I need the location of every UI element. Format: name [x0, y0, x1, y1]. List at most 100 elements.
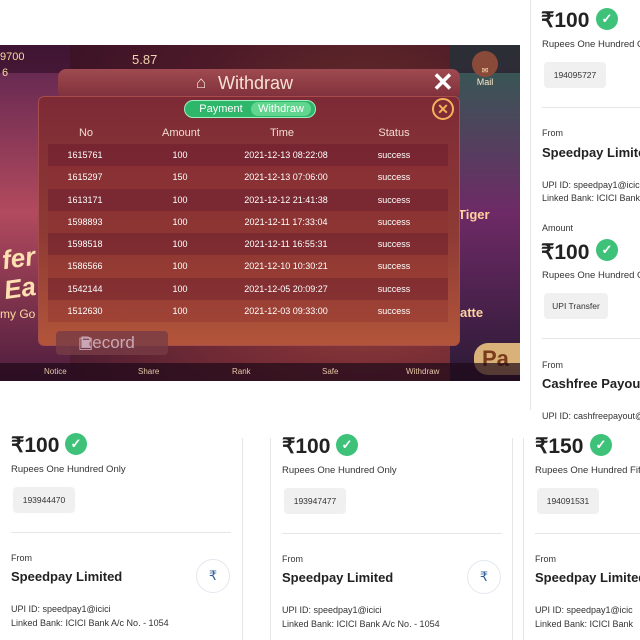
table-row: 1586566 100 2021-12-10 10:30:21 success	[48, 255, 448, 278]
payment-amount: ₹100	[541, 9, 590, 32]
row-amount: 150	[172, 172, 188, 183]
amount-in-words: Rupees One Hundred Onl	[542, 270, 640, 281]
toggle-withdraw[interactable]: Withdraw	[251, 102, 311, 116]
payment-amount: ₹100	[541, 241, 590, 264]
row-no: 1613171	[67, 194, 103, 205]
collage: 9700 6 5.87 ✉ Mail fer Ea my Go Tiger att…	[0, 0, 640, 640]
row-status: success	[377, 261, 411, 272]
verified-check-icon: ✓	[590, 434, 612, 456]
row-amount: 100	[172, 306, 188, 317]
divider	[542, 338, 640, 339]
card-divider	[523, 438, 524, 640]
from-label: From	[542, 128, 563, 138]
nav-rank[interactable]: Rank	[232, 367, 251, 376]
side-promo-text-2: Ea	[1, 270, 38, 306]
divider	[11, 532, 231, 533]
column-header-no: No	[78, 127, 94, 139]
divider	[535, 533, 640, 534]
row-time: 2021-12-13 07:06:00	[244, 172, 328, 183]
home-icon: ⌂	[196, 73, 207, 92]
game-level: 6	[2, 67, 9, 79]
card-divider	[512, 438, 513, 640]
table-row: 1615761 100 2021-12-13 08:22:08 success	[48, 144, 448, 167]
rupee-icon: ₹	[467, 560, 501, 594]
amount-in-words: Rupees One Hundred Only	[11, 464, 126, 475]
upi-id: UPI ID: speedpay1@icic	[542, 180, 640, 190]
nav-share[interactable]: Share	[138, 367, 159, 376]
transaction-id[interactable]: 194091531	[537, 488, 599, 514]
row-status: success	[377, 239, 411, 250]
side-game-roulette[interactable]: atte	[460, 305, 483, 320]
row-no: 1586566	[67, 261, 103, 272]
row-no: 1542144	[67, 283, 103, 294]
table-row: 1615297 150 2021-12-13 07:06:00 success	[48, 166, 448, 189]
close-circle-icon[interactable]: ✕	[432, 98, 454, 120]
verified-check-icon: ✓	[596, 239, 618, 261]
row-status: success	[377, 306, 411, 317]
payer-name: Speedpay Limited	[282, 570, 394, 585]
row-status: success	[377, 150, 411, 160]
transaction-id[interactable]: 193947477	[284, 488, 346, 514]
row-no: 1512630	[67, 306, 103, 317]
table-row: 1613171 100 2021-12-12 21:41:38 success	[48, 188, 448, 211]
amount-in-words: Rupees One Hundred Only	[282, 465, 397, 476]
column-header-time: Time	[269, 127, 295, 139]
verified-check-icon: ✓	[65, 433, 87, 455]
table-row: 1598893 100 2021-12-11 17:33:04 success	[48, 210, 448, 234]
side-promo-text-3: my Go	[0, 307, 36, 321]
row-time: 2021-12-11 17:33:04	[244, 216, 328, 227]
linked-bank: Linked Bank: ICICI Bank A/c No. - 1054	[11, 618, 169, 628]
table-row: 1598518 100 2021-12-11 16:55:31 success	[48, 233, 448, 256]
card-divider	[242, 438, 243, 640]
amount-in-words: Rupees One Hundred Onl	[542, 39, 640, 50]
upi-id: UPI ID: speedpay1@icici	[282, 605, 382, 615]
nav-withdraw[interactable]: Withdraw	[406, 367, 439, 376]
rupee-icon: ₹	[196, 559, 230, 593]
column-header-status: Status	[378, 127, 410, 139]
divider	[542, 107, 640, 108]
record-button[interactable]: Record	[56, 331, 168, 355]
from-label: From	[282, 554, 303, 564]
transfer-mode[interactable]: UPI Transfer	[544, 293, 608, 319]
nav-safe[interactable]: Safe	[322, 367, 338, 376]
row-amount: 100	[172, 261, 188, 272]
divider	[282, 533, 502, 534]
row-amount: 100	[172, 216, 188, 227]
close-icon[interactable]: ✕	[432, 67, 454, 98]
upi-id: UPI ID: cashfreepayout@	[542, 411, 640, 421]
payer-name: Speedpay Limite	[542, 145, 640, 160]
row-time: 2021-12-11 16:55:31	[244, 239, 328, 250]
verified-check-icon: ✓	[336, 434, 358, 456]
row-status: success	[377, 194, 411, 205]
row-no: 1598518	[67, 239, 103, 250]
payment-amount: ₹100	[282, 435, 331, 458]
payment-amount: ₹150	[535, 435, 584, 458]
bottom-nav: Notice Share Rank Safe Withdraw	[0, 363, 520, 381]
game-balance: 9700	[0, 51, 25, 63]
payer-name: Cashfree Payout	[542, 376, 640, 391]
row-amount: 100	[172, 150, 188, 160]
amount-label: Amount	[542, 223, 574, 233]
card-divider	[270, 438, 271, 640]
game-coin-value: 5.87	[132, 52, 158, 67]
from-label: From	[542, 360, 563, 370]
linked-bank: Linked Bank: ICICI Bank A/c No. - 1054	[282, 619, 440, 629]
amount-in-words: Rupees One Hundred Fifty	[535, 465, 640, 476]
linked-bank: Linked Bank: ICICI Bank	[535, 619, 634, 629]
payment-withdraw-toggle[interactable]: Payment Withdraw	[184, 100, 316, 118]
transaction-id[interactable]: 193944470	[13, 487, 75, 513]
row-amount: 100	[172, 194, 188, 205]
table-row: 1542144 100 2021-12-05 20:09:27 success	[48, 277, 448, 301]
row-amount: 100	[172, 283, 188, 294]
nav-notice[interactable]: Notice	[44, 367, 67, 376]
side-game-tiger[interactable]: Tiger	[458, 207, 490, 222]
mail-label: Mail	[476, 77, 494, 87]
withdraw-records-table: 1615761 100 2021-12-13 08:22:08 success …	[48, 144, 448, 323]
row-time: 2021-12-05 20:09:27	[244, 283, 328, 294]
toggle-payment[interactable]: Payment	[189, 102, 253, 116]
transaction-id[interactable]: 194095727	[544, 62, 606, 88]
mail-button[interactable]: ✉ Mail	[472, 51, 498, 87]
row-time: 2021-12-13 08:22:08	[244, 150, 328, 160]
game-withdraw-screenshot: 9700 6 5.87 ✉ Mail fer Ea my Go Tiger att…	[0, 45, 520, 381]
row-status: success	[377, 172, 411, 183]
